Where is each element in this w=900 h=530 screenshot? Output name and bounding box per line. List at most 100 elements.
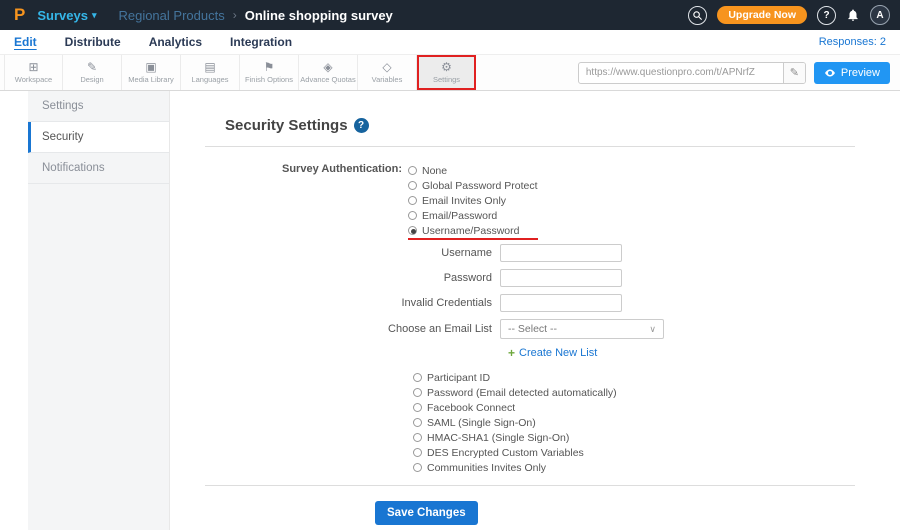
radio-label: Facebook Connect [427, 401, 516, 414]
radio-option-des-encrypted[interactable]: DES Encrypted Custom Variables [413, 445, 855, 460]
radio-option-facebook-connect[interactable]: Facebook Connect [413, 400, 855, 415]
help-icon[interactable]: ? [817, 5, 836, 25]
password-field[interactable] [500, 269, 622, 287]
survey-url-input[interactable]: https://www.questionpro.com/t/APNrfZ [579, 67, 783, 78]
languages-icon: ▤ [204, 60, 216, 74]
username-field[interactable] [500, 244, 622, 262]
radio-icon[interactable] [413, 388, 422, 397]
password-label: Password [443, 272, 492, 284]
top-bar: P Surveys ▾ Regional Products › Online s… [0, 0, 900, 30]
divider-top [205, 146, 855, 147]
preview-button-label: Preview [840, 66, 880, 79]
toolbar-item-media-library[interactable]: ▣ Media Library [122, 55, 181, 90]
notifications-bell-icon[interactable] [846, 8, 860, 22]
edit-url-pencil-icon[interactable]: ✎ [782, 62, 805, 83]
radio-option-email-password[interactable]: Email/Password [408, 208, 538, 223]
variables-icon: ◇ [382, 60, 392, 74]
main-panel: Security Settings ? Survey Authenticatio… [170, 91, 900, 530]
nav-tab-edit[interactable]: Edit [14, 35, 37, 49]
sidebar-item-security[interactable]: Security [28, 122, 169, 153]
radio-icon[interactable] [413, 403, 422, 412]
credential-fields: Username Password Invalid Credentials Ch… [205, 244, 855, 360]
radio-label: Username/Password [422, 224, 520, 237]
nav-tab-analytics[interactable]: Analytics [149, 35, 202, 49]
finish-options-icon: ⚑ [263, 60, 275, 74]
email-list-select[interactable]: -- Select -- ∨ [500, 319, 664, 339]
nav-bar: Edit Distribute Analytics Integration Re… [0, 30, 900, 54]
radio-option-email-invites-only[interactable]: Email Invites Only [408, 193, 538, 208]
toolbar-item-languages[interactable]: ▤ Languages [181, 55, 240, 90]
media-library-icon: ▣ [145, 60, 157, 74]
content-area: Settings Security Notifications Security… [0, 91, 900, 530]
radio-icon[interactable] [413, 448, 422, 457]
nav-tab-integration[interactable]: Integration [230, 35, 292, 49]
toolbar-item-label: Finish Options [245, 75, 293, 84]
auth-label: Survey Authentication: [282, 163, 402, 175]
radio-option-password-email-detected[interactable]: Password (Email detected automatically) [413, 385, 855, 400]
breadcrumb-parent[interactable]: Regional Products [118, 8, 224, 23]
toolbar-item-variables[interactable]: ◇ Variables [358, 55, 417, 90]
design-icon: ✎ [86, 60, 98, 74]
radio-label: Participant ID [427, 371, 491, 384]
nav-tab-distribute[interactable]: Distribute [65, 35, 121, 49]
radio-label: HMAC-SHA1 (Single Sign-On) [427, 431, 570, 444]
radio-icon[interactable] [408, 211, 417, 220]
save-changes-button[interactable]: Save Changes [375, 501, 478, 525]
divider-bottom [205, 485, 855, 486]
eye-icon [824, 69, 835, 76]
radio-icon[interactable] [413, 418, 422, 427]
radio-icon[interactable] [408, 196, 417, 205]
radio-icon[interactable] [413, 433, 422, 442]
radio-label: Password (Email detected automatically) [427, 386, 617, 399]
password-row: Password [205, 269, 855, 287]
surveys-menu[interactable]: Surveys ▾ [37, 8, 96, 23]
chevron-down-icon: ∨ [649, 323, 656, 334]
radio-option-global-password-protect[interactable]: Global Password Protect [408, 178, 538, 193]
user-avatar[interactable]: A [870, 5, 890, 25]
email-list-label: Choose an Email List [388, 323, 492, 335]
radio-option-none[interactable]: None [408, 163, 538, 178]
sidebar-item-notifications[interactable]: Notifications [28, 153, 169, 184]
toolbar-item-design[interactable]: ✎ Design [63, 55, 122, 90]
sidebar-item-settings[interactable]: Settings [28, 91, 169, 122]
advance-quotas-icon: ◈ [323, 60, 333, 74]
toolbar-item-advance-quotas[interactable]: ◈ Advance Quotas [299, 55, 358, 90]
invalid-credentials-label: Invalid Credentials [401, 297, 493, 309]
radio-option-hmac-sha1[interactable]: HMAC-SHA1 (Single Sign-On) [413, 430, 855, 445]
username-row: Username [205, 244, 855, 262]
radio-icon[interactable] [413, 463, 422, 472]
toolbar-item-label: Media Library [128, 75, 174, 84]
preview-button[interactable]: Preview [813, 61, 890, 84]
toolbar-item-finish-options[interactable]: ⚑ Finish Options [240, 55, 299, 90]
search-icon[interactable] [688, 5, 708, 25]
auth-section: Survey Authentication: None Global Passw… [205, 163, 855, 238]
toolbar-item-label: Design [80, 75, 104, 84]
radio-icon[interactable] [408, 181, 417, 190]
toolbar-item-settings[interactable]: ⚙ Settings [417, 55, 476, 90]
username-label: Username [441, 247, 492, 259]
security-help-icon[interactable]: ? [353, 118, 369, 133]
toolbar-item-label: Variables [371, 75, 403, 84]
radio-icon-selected[interactable] [408, 226, 417, 235]
left-gutter [0, 91, 28, 530]
topbar-actions: Upgrade Now ? A [688, 5, 890, 25]
auth-radio-group: None Global Password Protect Email Invit… [408, 163, 538, 238]
responses-count[interactable]: Responses: 2 [819, 36, 886, 48]
radio-label: Communities Invites Only [427, 461, 547, 474]
radio-icon[interactable] [413, 373, 422, 382]
create-new-list-link[interactable]: + Create New List [508, 346, 855, 360]
upgrade-now-button[interactable]: Upgrade Now [717, 6, 807, 24]
toolbar-item-workspace[interactable]: ⊞ Workspace [4, 55, 63, 90]
more-auth-options: Participant ID Password (Email detected … [413, 370, 855, 475]
radio-option-username-password[interactable]: Username/Password [408, 223, 538, 238]
toolbar-right: https://www.questionpro.com/t/APNrfZ ✎ P… [577, 55, 900, 90]
radio-icon[interactable] [408, 166, 417, 175]
radio-label: SAML (Single Sign-On) [427, 416, 536, 429]
chevron-down-icon: ▾ [91, 9, 97, 20]
radio-option-communities-invites[interactable]: Communities Invites Only [413, 460, 855, 475]
toolbar: ⊞ Workspace ✎ Design ▣ Media Library ▤ L… [0, 54, 900, 91]
radio-option-saml[interactable]: SAML (Single Sign-On) [413, 415, 855, 430]
radio-option-participant-id[interactable]: Participant ID [413, 370, 855, 385]
questionpro-logo[interactable]: P [10, 5, 29, 25]
invalid-credentials-field[interactable] [500, 294, 622, 312]
